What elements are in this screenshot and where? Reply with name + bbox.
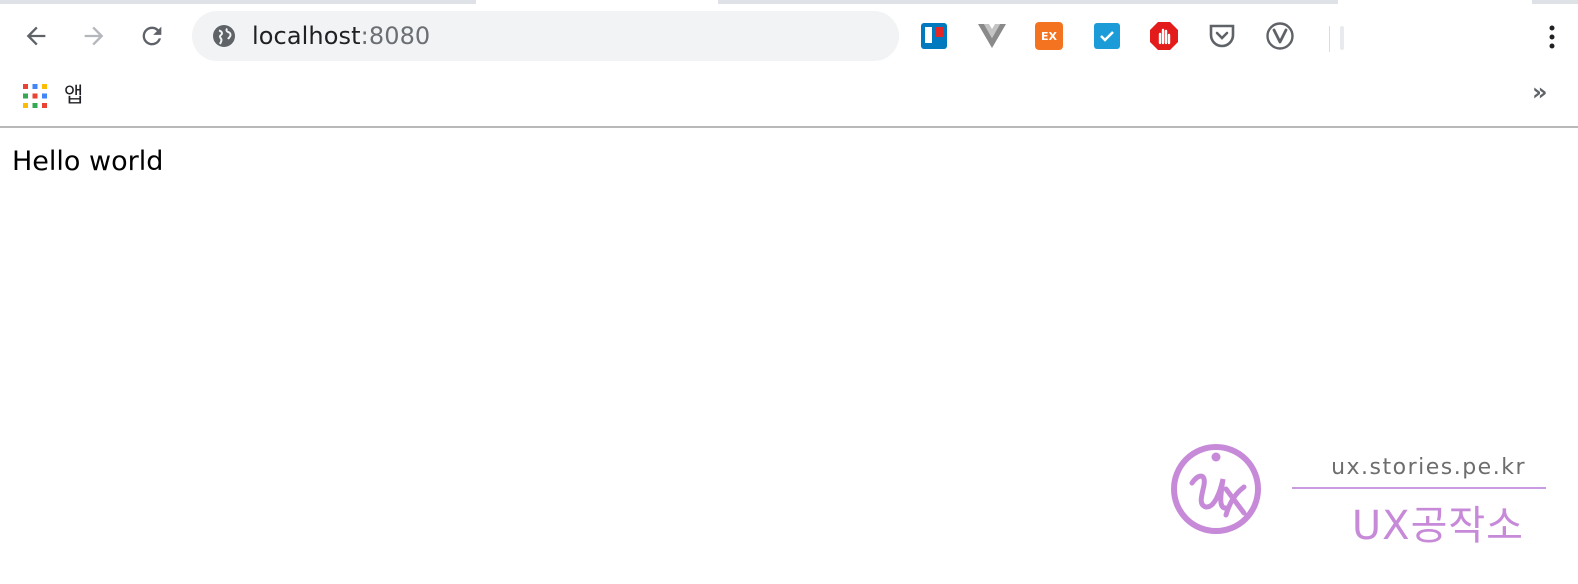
apps-grid-icon — [23, 84, 47, 108]
apps-shortcut[interactable] — [20, 81, 50, 111]
browser-toolbar: localhost:8080 EX — [0, 4, 1578, 68]
reload-icon — [142, 26, 162, 46]
task-check-extension-button[interactable] — [1093, 22, 1121, 50]
url-host: localhost — [252, 22, 361, 50]
watermark-site: ux.stories.pe.kr — [1331, 455, 1526, 480]
svg-text:EX: EX — [1041, 30, 1058, 43]
url-port: :8080 — [360, 22, 431, 50]
url-text[interactable]: localhost:8080 — [252, 22, 430, 50]
apps-label[interactable]: 앱 — [64, 79, 83, 109]
page-content: Hello world ux.stories.pe.kr UX공작소 — [0, 128, 1578, 584]
ex-extension-button[interactable]: EX — [1035, 22, 1063, 50]
extension-overflow-hint — [1340, 26, 1344, 50]
address-bar[interactable]: localhost:8080 — [192, 11, 899, 61]
back-button[interactable] — [16, 18, 56, 54]
trello-extension-button[interactable] — [920, 22, 948, 50]
bookmarks-overflow-button[interactable]: » — [1532, 78, 1548, 106]
vivaldi-icon — [1266, 22, 1294, 50]
ux-logo-icon — [1171, 444, 1261, 534]
vue-icon — [978, 24, 1006, 48]
arrow-left-icon — [26, 26, 46, 46]
site-info-button[interactable] — [210, 22, 238, 50]
vivaldi-extension-button[interactable] — [1266, 22, 1294, 50]
stop-hand-icon — [1150, 22, 1178, 50]
pocket-icon — [1209, 24, 1235, 48]
arrow-right-icon — [84, 26, 104, 46]
globe-icon — [213, 25, 235, 47]
checkbox-icon — [1094, 23, 1120, 49]
watermark-brand: UX공작소 — [1351, 503, 1524, 549]
reload-button[interactable] — [132, 18, 172, 54]
ex-badge-icon: EX — [1035, 22, 1063, 50]
vue-devtools-extension-button[interactable] — [978, 22, 1006, 50]
extension-separator — [1329, 26, 1330, 52]
watermark-divider — [1292, 487, 1546, 489]
bookmarks-bar: 앱 » — [0, 68, 1578, 126]
trello-icon — [921, 23, 947, 49]
page-body-text: Hello world — [12, 146, 164, 177]
forward-button[interactable] — [74, 18, 114, 54]
browser-menu-button[interactable] — [1540, 22, 1564, 52]
kebab-menu-icon — [1549, 25, 1555, 49]
watermark: ux.stories.pe.kr UX공작소 — [1170, 443, 1550, 549]
adblock-extension-button[interactable] — [1150, 22, 1178, 50]
pocket-extension-button[interactable] — [1208, 22, 1236, 50]
